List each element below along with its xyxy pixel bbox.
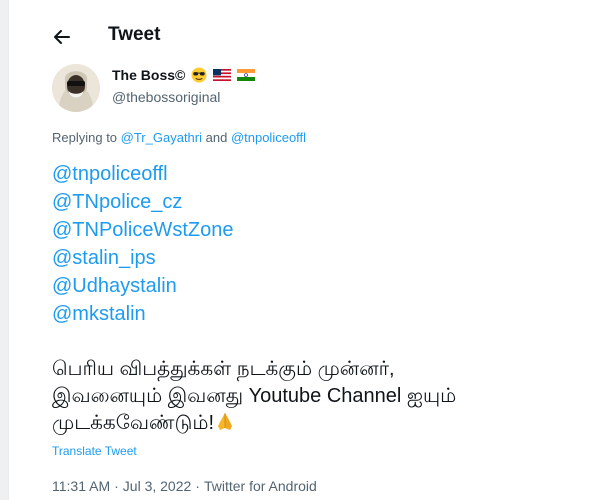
tweet-date[interactable]: Jul 3, 2022 — [123, 478, 192, 494]
tweet-line: இவனையும் இவனது Youtube Channel ஐயும் — [52, 385, 457, 407]
avatar[interactable] — [52, 64, 100, 112]
author-handle[interactable]: @thebossoriginal — [112, 89, 220, 105]
reply-user-link-1[interactable]: @Tr_Gayathri — [121, 130, 202, 145]
mention-link[interactable]: @mkstalin — [52, 300, 233, 328]
mention-link[interactable]: @Udhaystalin — [52, 272, 233, 300]
tweet-header: Tweet — [9, 0, 600, 72]
meta-separator: · — [195, 478, 200, 494]
mention-link[interactable]: @tnpoliceoffl — [52, 160, 233, 188]
replying-to: Replying to @Tr_Gayathri and @tnpoliceof… — [52, 130, 306, 145]
tweet-source[interactable]: Twitter for Android — [204, 478, 317, 494]
reply-user-link-2[interactable]: @tnpoliceoffl — [231, 130, 306, 145]
replying-prefix: Replying to — [52, 130, 121, 145]
translate-tweet-link[interactable]: Translate Tweet — [52, 444, 137, 458]
back-button[interactable] — [49, 24, 75, 50]
folded-hands-emoji-icon — [218, 413, 233, 430]
tweet-meta: 11:31 AM · Jul 3, 2022 · Twitter for Android — [52, 478, 317, 494]
mention-list: @tnpoliceoffl @TNpolice_cz @TNPoliceWstZ… — [52, 160, 233, 328]
india-flag-icon — [237, 69, 256, 81]
back-arrow-icon — [54, 30, 70, 44]
mention-link[interactable]: @TNPoliceWstZone — [52, 216, 233, 244]
author-display-name: The Boss© — [112, 67, 186, 83]
tweet-line-last: முடக்கவேண்டும்! — [52, 410, 572, 437]
tweet-line-text: முடக்கவேண்டும்! — [52, 412, 215, 434]
meta-separator: · — [114, 478, 119, 494]
tweet-text: பெரிய விபத்துக்கள் நடக்கும் முன்னர், இவன… — [52, 356, 572, 437]
mention-link[interactable]: @stalin_ips — [52, 244, 233, 272]
us-flag-icon — [213, 69, 232, 81]
sunglasses-emoji-icon — [191, 67, 207, 83]
tweet-line: பெரிய விபத்துக்கள் நடக்கும் முன்னர், — [52, 358, 395, 380]
tweet-panel: Tweet The Boss© @thebossoriginal Replyin… — [8, 0, 600, 500]
page-title: Tweet — [108, 24, 161, 45]
tweet-time[interactable]: 11:31 AM — [52, 478, 110, 494]
replying-conjunction: and — [202, 130, 231, 145]
mention-link[interactable]: @TNpolice_cz — [52, 188, 233, 216]
author-name-row[interactable]: The Boss© — [112, 67, 256, 83]
